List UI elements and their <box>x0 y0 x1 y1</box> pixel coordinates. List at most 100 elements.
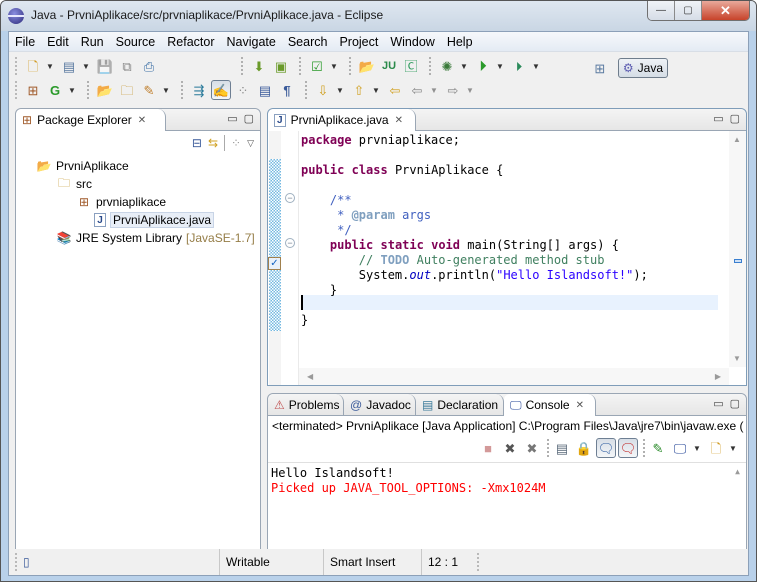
overview-task-marker[interactable] <box>734 259 742 263</box>
view-menu-icon[interactable]: ▽ <box>247 138 254 149</box>
new-java-project-icon[interactable]: ▤ <box>59 56 79 76</box>
fast-view-icon[interactable]: ▯ <box>23 555 219 569</box>
open-type-icon[interactable]: 📂 <box>357 56 377 76</box>
tree-node-src[interactable]: 🗀 src <box>56 175 92 193</box>
tree-node-java-file[interactable]: J PrvniAplikace.java <box>94 211 215 229</box>
open-console-icon[interactable]: 🗋 <box>706 438 726 458</box>
checkbox-task-icon[interactable]: ☑ <box>307 56 327 76</box>
tab-javadoc[interactable]: @ Javadoc <box>344 394 416 416</box>
run-external-tools-icon[interactable]: ⏵ <box>509 56 529 76</box>
menu-project[interactable]: Project <box>333 32 384 52</box>
chevron-down-icon[interactable]: ▼ <box>335 86 345 95</box>
toggle-mark-occurrences-icon[interactable]: ✍ <box>211 80 231 100</box>
editor-vertical-scrollbar[interactable]: ▲ ▼ <box>729 131 746 367</box>
chevron-down-icon[interactable]: ▼ <box>692 444 702 453</box>
clear-console-icon[interactable]: ▤ <box>552 438 572 458</box>
fold-javadoc-icon[interactable]: − <box>285 193 295 203</box>
print-icon[interactable]: ⎙ <box>139 56 159 76</box>
toolbar-grip[interactable] <box>15 81 17 99</box>
maximize-view-icon[interactable]: ▢ <box>730 397 740 410</box>
scroll-lock-icon[interactable]: 🔒 <box>574 438 594 458</box>
toggle-ant-editor-icon[interactable]: ⁘ <box>233 80 253 100</box>
scroll-up-icon[interactable]: ▲ <box>735 467 740 476</box>
tree-node-jre-library[interactable]: 📚 JRE System Library [JavaSE-1.7] <box>56 229 255 247</box>
show-on-stdout-icon[interactable]: 🗨 <box>596 438 616 458</box>
tab-problems[interactable]: ⚠ Problems <box>268 394 344 416</box>
open-call-hierarchy-icon[interactable]: ⇶ <box>189 80 209 100</box>
fold-method-icon[interactable]: − <box>285 238 295 248</box>
link-with-editor-icon[interactable]: ⇆ <box>208 136 218 150</box>
tree-node-project[interactable]: 📂 PrvniAplikace <box>36 157 129 175</box>
open-folder-icon[interactable]: 🗀 <box>117 80 137 100</box>
task-marker-icon[interactable]: ✓ <box>268 257 281 270</box>
menu-source[interactable]: Source <box>110 32 162 52</box>
minimize-view-icon[interactable]: ▭ <box>227 112 237 125</box>
next-annotation-icon[interactable]: ⇩ <box>313 80 333 100</box>
remove-all-terminated-icon[interactable]: ✖ <box>522 438 542 458</box>
editor-horizontal-scrollbar[interactable]: ◀ ▶ <box>299 368 729 385</box>
scroll-up-icon[interactable]: ▲ <box>733 135 741 144</box>
save-all-icon[interactable]: ⧉ <box>117 56 137 76</box>
menu-edit[interactable]: Edit <box>41 32 75 52</box>
menu-window[interactable]: Window <box>384 32 440 52</box>
chevron-down-icon[interactable]: ▼ <box>45 62 55 71</box>
minimize-view-icon[interactable]: ▭ <box>713 112 723 125</box>
java-perspective-button[interactable]: ⚙ Java <box>617 58 668 78</box>
scroll-down-icon[interactable]: ▼ <box>733 354 741 363</box>
show-whitespace-icon[interactable]: ¶ <box>277 80 297 100</box>
open-project-icon[interactable]: 📂 <box>95 80 115 100</box>
chevron-down-icon[interactable]: ▼ <box>371 86 381 95</box>
menu-search[interactable]: Search <box>282 32 334 52</box>
scroll-left-icon[interactable]: ◀ <box>307 372 313 381</box>
title-bar[interactable]: Java - PrvniAplikace/src/prvniaplikace/P… <box>1 1 756 31</box>
edit-pen-icon[interactable]: ✎ <box>139 80 159 100</box>
last-edit-location-icon[interactable]: ⇦ <box>385 80 405 100</box>
scroll-right-icon[interactable]: ▶ <box>715 372 721 381</box>
debug-icon[interactable]: ✺ <box>437 56 457 76</box>
toolbar-grip[interactable] <box>15 57 17 75</box>
new-java-class-icon[interactable]: 🄲 <box>401 56 421 76</box>
chevron-down-icon[interactable]: ▼ <box>81 62 91 71</box>
tree-node-package[interactable]: ⊞ prvniaplikace <box>76 193 166 211</box>
minimize-button[interactable]: — <box>648 1 675 20</box>
display-console-icon[interactable]: 🖵 <box>670 438 690 458</box>
filter-icon[interactable]: ⁘ <box>231 136 241 150</box>
menu-file[interactable]: File <box>9 32 41 52</box>
minimize-view-icon[interactable]: ▭ <box>713 397 723 410</box>
new-junit-test-icon[interactable]: JU <box>379 56 399 76</box>
chevron-down-icon[interactable]: ▼ <box>531 62 541 71</box>
show-on-stderr-icon[interactable]: 🗨 <box>618 438 638 458</box>
previous-annotation-icon[interactable]: ⇧ <box>349 80 369 100</box>
chevron-down-icon[interactable]: ▼ <box>329 62 339 71</box>
close-tab-icon[interactable]: ✕ <box>576 400 584 411</box>
tab-console[interactable]: 🖵 Console ✕ <box>504 394 596 416</box>
terminate-icon[interactable]: ■ <box>478 438 498 458</box>
close-tab-icon[interactable]: ✕ <box>395 115 403 126</box>
save-icon[interactable]: 💾 <box>95 56 115 76</box>
chevron-down-icon[interactable]: ▼ <box>728 444 738 453</box>
chevron-down-icon[interactable]: ▼ <box>459 62 469 71</box>
menu-run[interactable]: Run <box>75 32 110 52</box>
tab-package-explorer[interactable]: ⊞ Package Explorer ✕ <box>16 109 166 131</box>
menu-refactor[interactable]: Refactor <box>161 32 220 52</box>
new-class-icon[interactable]: G <box>45 80 65 100</box>
maximize-view-icon[interactable]: ▢ <box>730 112 740 125</box>
tab-prvniaplikace-java[interactable]: J PrvniAplikace.java ✕ <box>268 109 416 131</box>
android-sdk-manager-icon[interactable]: ⬇ <box>249 56 269 76</box>
maximize-button[interactable]: ▢ <box>675 1 702 20</box>
chevron-down-icon[interactable]: ▼ <box>67 86 77 95</box>
close-tab-icon[interactable]: ✕ <box>138 115 146 126</box>
chevron-down-icon[interactable]: ▼ <box>161 86 171 95</box>
chevron-down-icon[interactable]: ▼ <box>465 86 475 95</box>
back-icon[interactable]: ⇦ <box>407 80 427 100</box>
toggle-block-selection-icon[interactable]: ▤ <box>255 80 275 100</box>
menu-navigate[interactable]: Navigate <box>221 32 282 52</box>
tab-declaration[interactable]: ▤ Declaration <box>416 394 504 416</box>
chevron-down-icon[interactable]: ▼ <box>429 86 439 95</box>
open-perspective-icon[interactable]: ⊞ <box>590 58 610 78</box>
maximize-view-icon[interactable]: ▢ <box>244 112 254 125</box>
chevron-down-icon[interactable]: ▼ <box>495 62 505 71</box>
run-icon[interactable]: ⏵ <box>473 56 493 76</box>
menu-help[interactable]: Help <box>441 32 479 52</box>
close-button[interactable]: ✕ <box>702 1 749 20</box>
